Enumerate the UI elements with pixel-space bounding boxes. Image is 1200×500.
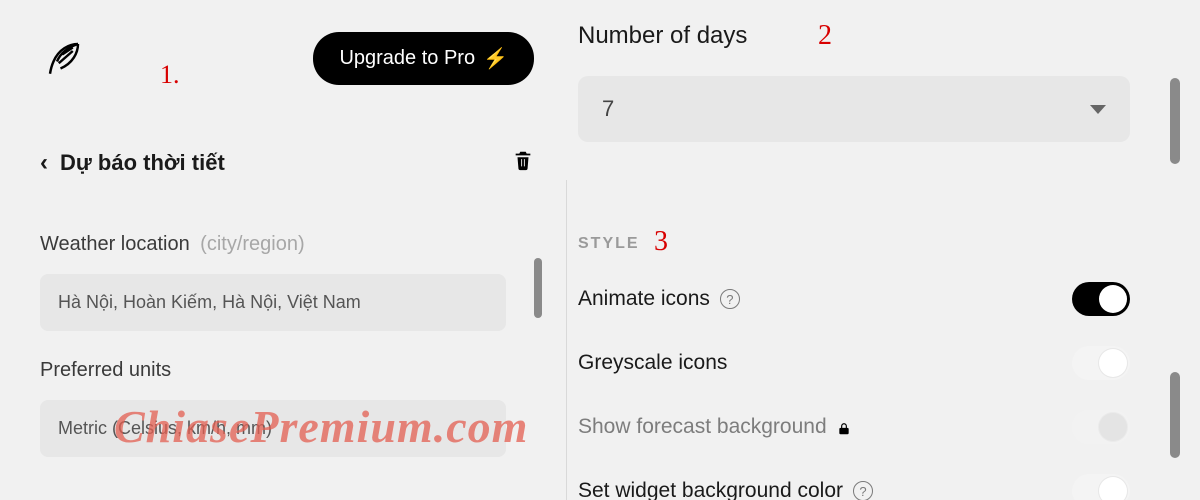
lightning-icon: ⚡ [483,46,508,71]
delete-button[interactable] [512,148,534,177]
lock-icon [837,419,851,435]
scrollbar-thumb[interactable] [534,258,542,318]
preferred-units-select[interactable]: Metric (Celsius, km/h, mm) [40,400,506,457]
upgrade-label: Upgrade to Pro [339,47,475,70]
preferred-units-value: Metric (Celsius, km/h, mm) [58,418,272,439]
show-forecast-bg-label: Show forecast background [578,415,827,439]
feather-icon [40,34,88,82]
style-heading: STYLE [578,235,640,253]
number-of-days-select[interactable]: 7 [578,76,1130,142]
help-icon[interactable]: ? [853,481,873,500]
animate-icons-toggle[interactable] [1072,282,1130,316]
weather-location-input[interactable]: Hà Nội, Hoàn Kiếm, Hà Nội, Việt Nam [40,274,506,331]
caret-down-icon [1090,105,1106,114]
weather-location-value: Hà Nội, Hoàn Kiếm, Hà Nội, Việt Nam [58,292,361,313]
scrollbar-thumb[interactable] [1170,372,1180,458]
show-forecast-bg-toggle [1072,410,1130,444]
back-button[interactable]: ‹ [40,149,60,177]
number-of-days-value: 7 [602,96,614,122]
style-row-animate-icons: Animate icons ? [578,282,1130,316]
widget-bg-color-label: Set widget background color [578,479,843,500]
animate-icons-label: Animate icons [578,287,710,311]
number-of-days-label: Number of days [578,22,747,49]
page-title: Dự báo thời tiết [60,150,225,176]
preferred-units-label: Preferred units [40,359,171,381]
column-divider [566,180,567,500]
weather-location-hint: (city/region) [200,233,304,255]
help-icon[interactable]: ? [720,289,740,309]
style-row-widget-bg-color: Set widget background color ? [578,474,1130,500]
upgrade-to-pro-button[interactable]: Upgrade to Pro ⚡ [313,32,534,85]
annotation-3: 3 [654,226,668,257]
widget-bg-color-toggle[interactable] [1072,474,1130,500]
greyscale-icons-label: Greyscale icons [578,351,727,375]
greyscale-icons-toggle[interactable] [1072,346,1130,380]
annotation-2: 2 [818,20,832,52]
style-row-greyscale-icons: Greyscale icons [578,346,1130,380]
style-row-show-forecast-bg: Show forecast background [578,410,1130,444]
annotation-1: 1. [160,60,180,90]
scrollbar-thumb[interactable] [1170,78,1180,164]
weather-location-label: Weather location [40,233,190,255]
